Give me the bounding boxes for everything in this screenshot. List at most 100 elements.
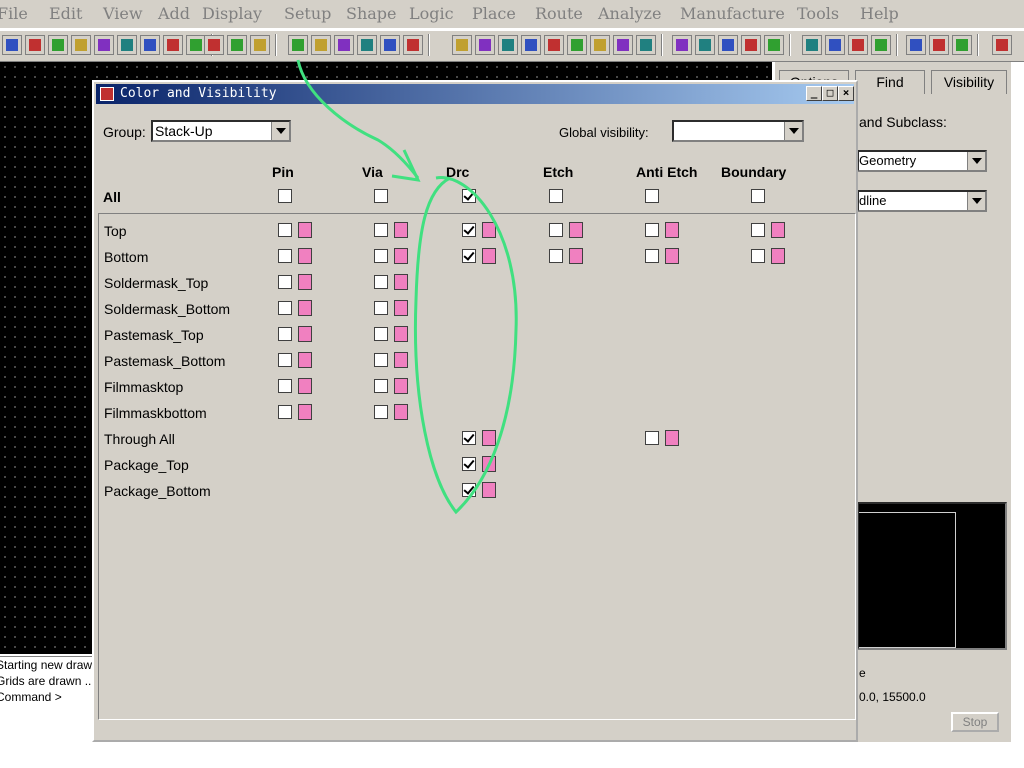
visibility-checkbox[interactable] bbox=[278, 405, 292, 419]
color-swatch[interactable] bbox=[298, 352, 312, 368]
subclass-combo[interactable]: dline bbox=[857, 190, 987, 212]
menu-shape[interactable]: Shape bbox=[346, 4, 397, 23]
color-swatch[interactable] bbox=[298, 300, 312, 316]
menu-manufacture[interactable]: Manufacture bbox=[680, 4, 785, 23]
menu-view[interactable]: View bbox=[103, 4, 143, 23]
class-combo[interactable]: Geometry bbox=[857, 150, 987, 172]
color-swatch[interactable] bbox=[394, 326, 408, 342]
circle-icon[interactable] bbox=[498, 35, 518, 55]
visibility-checkbox[interactable] bbox=[278, 223, 292, 237]
ratsnest-icon[interactable] bbox=[672, 35, 692, 55]
undo-dropdown-icon[interactable] bbox=[94, 35, 114, 55]
color-visibility-icon[interactable] bbox=[288, 35, 308, 55]
zoom-out-icon[interactable] bbox=[227, 35, 247, 55]
visibility-checkbox[interactable] bbox=[278, 327, 292, 341]
design-canvas-top[interactable] bbox=[92, 62, 772, 80]
chevron-down-icon[interactable] bbox=[967, 192, 985, 210]
color-swatch[interactable] bbox=[394, 352, 408, 368]
chevron-down-icon[interactable] bbox=[271, 122, 289, 140]
color-swatch[interactable] bbox=[482, 222, 496, 238]
merge-icon[interactable] bbox=[764, 35, 784, 55]
dialog-title-bar[interactable]: Color and Visibility _ □ × bbox=[96, 84, 854, 104]
redo-icon[interactable] bbox=[117, 35, 137, 55]
color-swatch[interactable] bbox=[298, 326, 312, 342]
global-visibility-select[interactable] bbox=[672, 120, 804, 142]
menu-display[interactable]: Display bbox=[202, 4, 262, 23]
all-checkbox-anti-etch[interactable] bbox=[645, 189, 659, 203]
visibility-checkbox[interactable] bbox=[462, 249, 476, 263]
corner-icon[interactable] bbox=[741, 35, 761, 55]
grid-icon[interactable] bbox=[544, 35, 564, 55]
scale-icon[interactable] bbox=[952, 35, 972, 55]
color-swatch[interactable] bbox=[482, 248, 496, 264]
all-checkbox-boundary[interactable] bbox=[751, 189, 765, 203]
add-connect-icon[interactable] bbox=[2, 35, 22, 55]
color-swatch[interactable] bbox=[569, 248, 583, 264]
group-select[interactable]: Stack-Up bbox=[151, 120, 291, 142]
measure-icon[interactable] bbox=[929, 35, 949, 55]
visibility-checkbox[interactable] bbox=[645, 431, 659, 445]
visibility-checkbox[interactable] bbox=[374, 249, 388, 263]
all-checkbox-drc[interactable] bbox=[462, 189, 476, 203]
all-checkbox-pin[interactable] bbox=[278, 189, 292, 203]
visibility-checkbox[interactable] bbox=[278, 275, 292, 289]
color-swatch[interactable] bbox=[298, 222, 312, 238]
number-icon[interactable] bbox=[357, 35, 377, 55]
color-swatch[interactable] bbox=[482, 482, 496, 498]
slide-icon[interactable] bbox=[25, 35, 45, 55]
color-swatch[interactable] bbox=[394, 222, 408, 238]
visibility-checkbox[interactable] bbox=[645, 249, 659, 263]
all-checkbox-etch[interactable] bbox=[549, 189, 563, 203]
menu-add[interactable]: Add bbox=[158, 4, 190, 23]
zoom-fit-icon[interactable] bbox=[250, 35, 270, 55]
visibility-checkbox[interactable] bbox=[751, 223, 765, 237]
layer-colors-icon[interactable] bbox=[311, 35, 331, 55]
console-prompt[interactable]: Command > bbox=[0, 689, 92, 705]
visibility-checkbox[interactable] bbox=[462, 457, 476, 471]
info-icon[interactable] bbox=[334, 35, 354, 55]
undo-icon[interactable] bbox=[71, 35, 91, 55]
color-swatch[interactable] bbox=[394, 300, 408, 316]
shape-icon[interactable] bbox=[452, 35, 472, 55]
visibility-checkbox[interactable] bbox=[549, 249, 563, 263]
unrats-icon[interactable] bbox=[695, 35, 715, 55]
close-icon[interactable]: × bbox=[838, 86, 854, 101]
visibility-checkbox[interactable] bbox=[462, 223, 476, 237]
visibility-checkbox[interactable] bbox=[374, 353, 388, 367]
highlight-icon[interactable] bbox=[380, 35, 400, 55]
done-icon[interactable] bbox=[163, 35, 183, 55]
color-swatch[interactable] bbox=[394, 378, 408, 394]
color-swatch[interactable] bbox=[394, 248, 408, 264]
menu-help[interactable]: Help bbox=[860, 4, 899, 23]
minimize-icon[interactable]: _ bbox=[806, 86, 822, 101]
cancel-icon[interactable] bbox=[186, 35, 206, 55]
color-swatch[interactable] bbox=[394, 274, 408, 290]
visibility-checkbox[interactable] bbox=[751, 249, 765, 263]
menu-logic[interactable]: Logic bbox=[409, 4, 454, 23]
line-icon[interactable] bbox=[802, 35, 822, 55]
dehighlight-icon[interactable] bbox=[403, 35, 423, 55]
chevron-down-icon[interactable] bbox=[784, 122, 802, 140]
visibility-checkbox[interactable] bbox=[374, 327, 388, 341]
pattern-icon[interactable] bbox=[475, 35, 495, 55]
maximize-icon[interactable]: □ bbox=[822, 86, 838, 101]
redo-dropdown-icon[interactable] bbox=[140, 35, 160, 55]
tab-find[interactable]: Find bbox=[855, 70, 925, 94]
all-checkbox-via[interactable] bbox=[374, 189, 388, 203]
rect-icon[interactable] bbox=[590, 35, 610, 55]
color-swatch[interactable] bbox=[665, 248, 679, 264]
visibility-checkbox[interactable] bbox=[278, 301, 292, 315]
stop-button[interactable]: Stop bbox=[951, 712, 999, 732]
rectangle-icon[interactable] bbox=[825, 35, 845, 55]
text-edit-icon[interactable] bbox=[871, 35, 891, 55]
frame-icon[interactable] bbox=[613, 35, 633, 55]
delete-icon[interactable] bbox=[48, 35, 68, 55]
visibility-checkbox[interactable] bbox=[278, 353, 292, 367]
tab-visibility[interactable]: Visibility bbox=[931, 70, 1007, 94]
fill-icon[interactable] bbox=[636, 35, 656, 55]
menu-tools[interactable]: Tools bbox=[797, 4, 839, 23]
color-swatch[interactable] bbox=[298, 404, 312, 420]
misc-icon[interactable] bbox=[992, 35, 1012, 55]
world-view[interactable] bbox=[857, 502, 1007, 650]
color-swatch[interactable] bbox=[665, 222, 679, 238]
